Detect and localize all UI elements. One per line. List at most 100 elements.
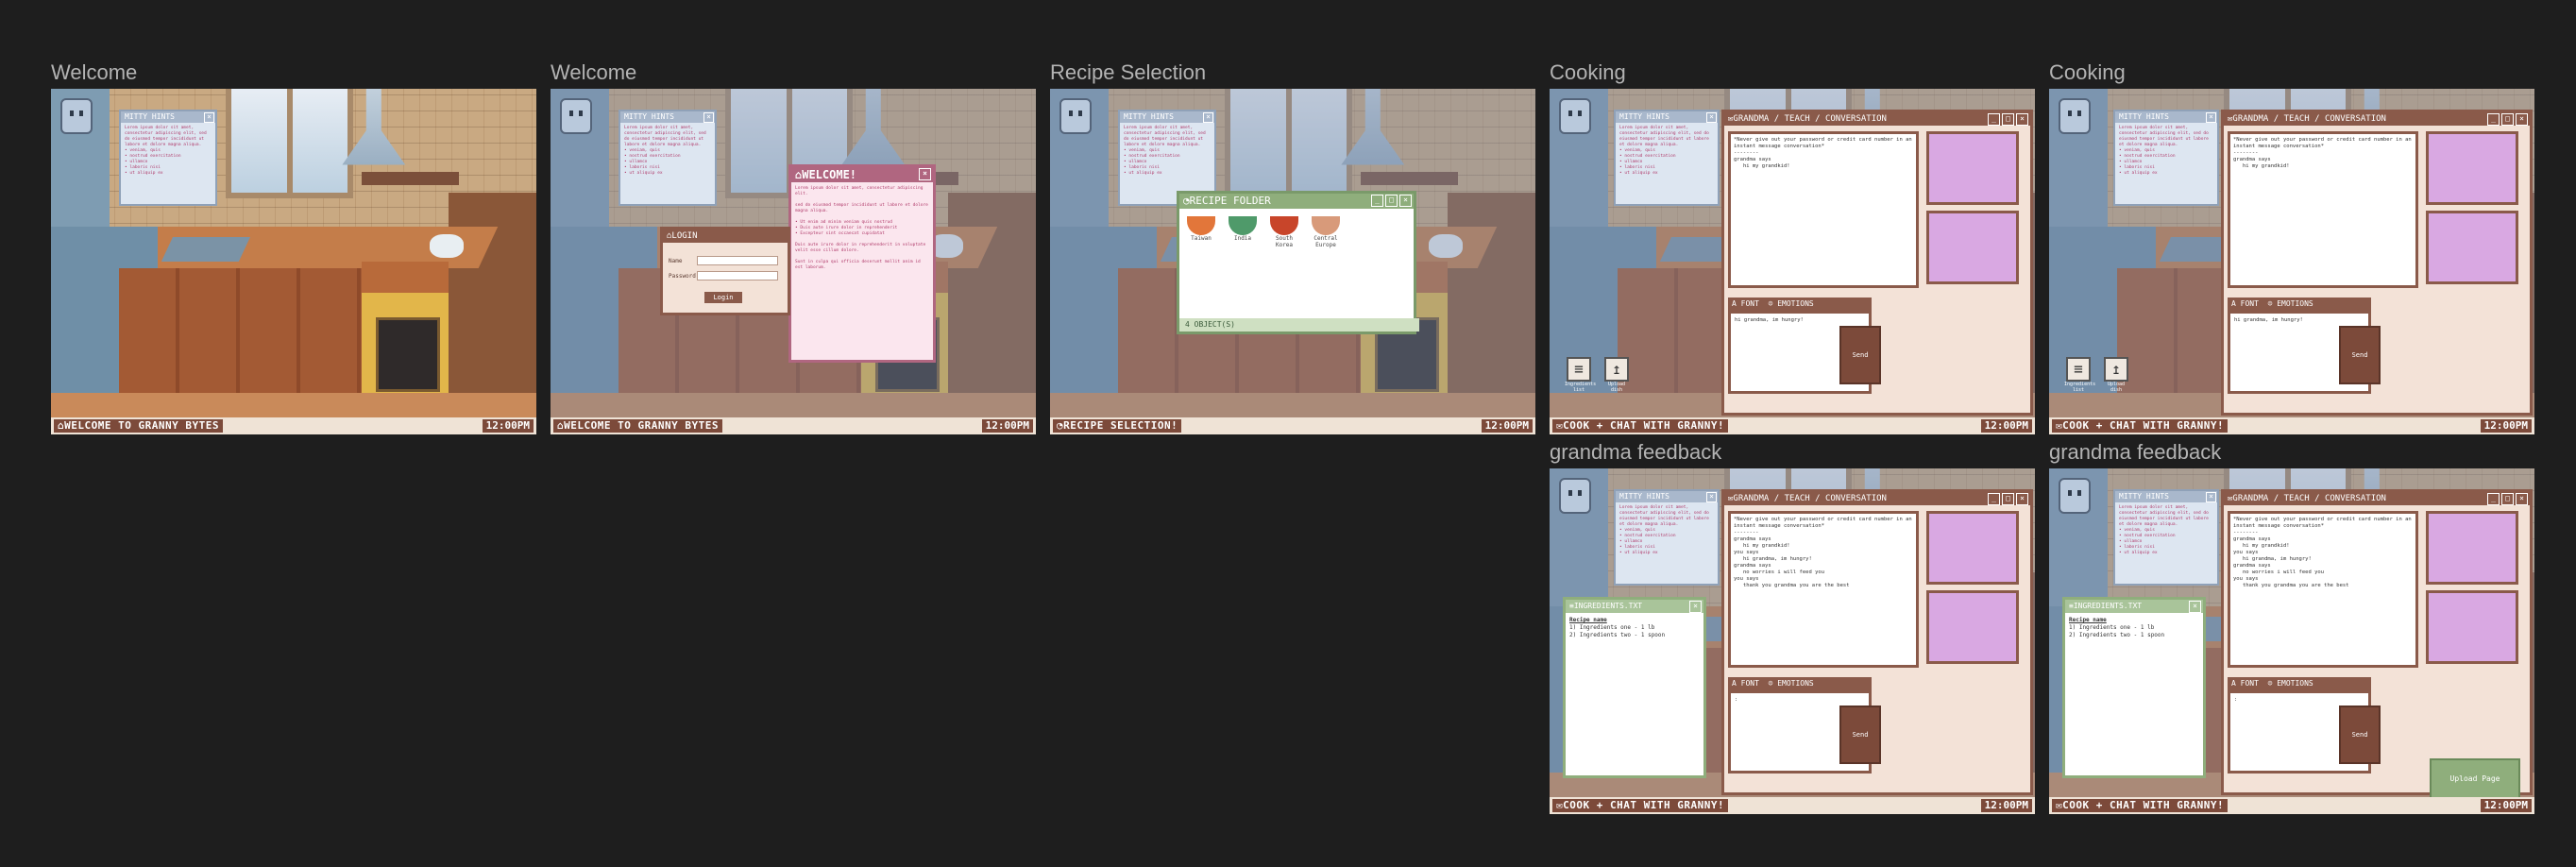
chat-title: GRANDMA / TEACH / CONVERSATION xyxy=(1733,114,1887,124)
mitty-title: MITTY HINTS xyxy=(1619,492,1669,501)
send-button[interactable]: Send xyxy=(2339,326,2381,384)
upload-icon: ↥ xyxy=(1604,357,1629,382)
mitty-hints-window: MITTY HINTS × Lorem ipsum dolor sit amet,… xyxy=(619,110,717,206)
close-icon[interactable]: × xyxy=(703,112,714,123)
maximize-icon[interactable]: □ xyxy=(2002,113,2014,126)
ingredients-list-shortcut[interactable]: ≡ Ingredients list xyxy=(2064,357,2095,393)
stew-bowl-icon xyxy=(1270,216,1298,235)
grandma-chat-window: ✉GRANDMA / TEACH / CONVERSATION _ □ × *N… xyxy=(1721,110,2033,416)
frame-grandma-feedback-1: MITTY HINTS × Lorem ipsum dolor sit amet,… xyxy=(1550,468,2035,814)
format-toolbar: A FONT ☺ EMOTIONS xyxy=(1728,298,1872,311)
close-icon[interactable]: × xyxy=(2016,493,2028,505)
ingredient-line: 1) Ingredients one - 1 lb xyxy=(2069,624,2155,631)
smiley-icon: ☺ xyxy=(2267,679,2273,688)
mitty-title: MITTY HINTS xyxy=(125,112,175,121)
font-button[interactable]: A FONT xyxy=(1732,679,1759,688)
send-button[interactable]: Send xyxy=(1839,706,1881,764)
mitty-hints-window: MITTY HINTS × Lorem ipsum dolor sit amet,… xyxy=(1614,489,1720,586)
grandma-photo xyxy=(1926,131,2019,205)
maximize-icon[interactable]: □ xyxy=(2002,493,2014,505)
emotions-button[interactable]: ☺ EMOTIONS xyxy=(2268,299,2313,308)
close-icon[interactable]: × xyxy=(1203,112,1213,123)
password-field[interactable] xyxy=(697,271,778,280)
ingredients-list-shortcut[interactable]: ≡ Ingredients list xyxy=(1565,357,1596,393)
frame-cooking-2: MITTY HINTS × Lorem ipsum dolor sit amet,… xyxy=(2049,89,2534,434)
mitty-avatar-icon[interactable] xyxy=(60,98,93,134)
clock: 12:00PM xyxy=(1980,419,2032,433)
close-icon[interactable]: × xyxy=(1689,601,1702,613)
mitty-avatar-icon[interactable] xyxy=(2059,478,2091,514)
mitty-text: Lorem ipsum dolor sit amet, consectetur … xyxy=(2119,126,2209,176)
chat-title: GRANDMA / TEACH / CONVERSATION xyxy=(2232,494,2386,503)
clock: 12:00PM xyxy=(2480,799,2532,812)
maximize-icon[interactable]: □ xyxy=(1385,195,1398,207)
maximize-icon[interactable]: □ xyxy=(2501,113,2514,126)
taskbar: ⌂WELCOME TO GRANNY BYTES 12:00PM xyxy=(551,417,1036,434)
emotions-button[interactable]: ☺ EMOTIONS xyxy=(2268,679,2313,688)
font-button[interactable]: A FONT xyxy=(2231,299,2259,308)
folder-title: RECIPE FOLDER xyxy=(1189,195,1271,207)
font-button[interactable]: A FONT xyxy=(1732,299,1759,308)
recipe-south-korea[interactable]: South Korea xyxy=(1268,216,1300,248)
conversation-log: *Never give out your password or credit … xyxy=(1728,511,1919,668)
close-icon[interactable]: × xyxy=(1399,195,1412,207)
minimize-icon[interactable]: _ xyxy=(2487,113,2500,126)
ingredients-window: ≡INGREDIENTS.TXT × Recipe name 1) Ingred… xyxy=(2062,597,2206,778)
font-icon: A xyxy=(1732,299,1737,308)
ingredients-window: ≡INGREDIENTS.TXT × Recipe name 1) Ingred… xyxy=(1563,597,1706,778)
frame-label-4: Cooking xyxy=(1550,60,1626,84)
frame-label-3: Recipe Selection xyxy=(1050,60,1207,84)
close-icon[interactable]: × xyxy=(1706,112,1717,123)
upload-page-button[interactable]: Upload Page xyxy=(2430,758,2520,800)
login-button[interactable]: Login xyxy=(704,292,742,303)
grandma-photo xyxy=(1926,511,2019,585)
user-photo xyxy=(1926,590,2019,664)
emotions-button[interactable]: ☺ EMOTIONS xyxy=(1769,679,1814,688)
mitty-text: Lorem ipsum dolor sit amet, consectetur … xyxy=(125,126,207,176)
recipe-taiwan[interactable]: Taiwan xyxy=(1185,216,1217,248)
clock: 12:00PM xyxy=(2480,419,2532,433)
name-field[interactable] xyxy=(697,256,778,265)
format-toolbar: A FONT ☺ EMOTIONS xyxy=(2228,298,2371,311)
upload-dish-shortcut[interactable]: ↥ Upload dish xyxy=(2102,357,2130,393)
font-button[interactable]: A FONT xyxy=(2231,679,2259,688)
close-icon[interactable]: × xyxy=(1706,492,1717,502)
minimize-icon[interactable]: _ xyxy=(1988,493,2000,505)
close-icon[interactable]: × xyxy=(919,168,931,180)
recipe-central-europe[interactable]: Central Europe xyxy=(1310,216,1342,248)
send-button[interactable]: Send xyxy=(2339,706,2381,764)
close-icon[interactable]: × xyxy=(2189,601,2201,613)
clock: 12:00PM xyxy=(981,419,1033,433)
emotions-button[interactable]: ☺ EMOTIONS xyxy=(1769,299,1814,308)
minimize-icon[interactable]: _ xyxy=(1988,113,2000,126)
mitty-text: Lorem ipsum dolor sit amet, consectetur … xyxy=(1124,126,1206,176)
mitty-title: MITTY HINTS xyxy=(624,112,674,121)
mitty-avatar-icon[interactable] xyxy=(560,98,592,134)
close-icon[interactable]: × xyxy=(2516,113,2528,126)
mitty-avatar-icon[interactable] xyxy=(1559,98,1591,134)
grandma-photo xyxy=(2426,511,2518,585)
mitty-text: Lorem ipsum dolor sit amet, consectetur … xyxy=(1619,505,1709,555)
close-icon[interactable]: × xyxy=(2206,112,2216,123)
ingredient-line: 1) Ingredients one - 1 lb xyxy=(1569,624,1655,631)
recipe-india[interactable]: India xyxy=(1227,216,1259,248)
send-button[interactable]: Send xyxy=(1839,326,1881,384)
close-icon[interactable]: × xyxy=(2016,113,2028,126)
taskbar: ⌂WELCOME TO GRANNY BYTES 12:00PM xyxy=(51,417,536,434)
upload-dish-shortcut[interactable]: ↥ Upload dish xyxy=(1602,357,1631,393)
status-title: ✉COOK + CHAT WITH GRANNY! xyxy=(1552,419,1729,433)
maximize-icon[interactable]: □ xyxy=(2501,493,2514,505)
mitty-hints-window: MITTY HINTS × Lorem ipsum dolor sit amet,… xyxy=(119,110,217,206)
frame-label-1: Welcome xyxy=(51,60,138,84)
mitty-avatar-icon[interactable] xyxy=(1559,478,1591,514)
mitty-avatar-icon[interactable] xyxy=(2059,98,2091,134)
mitty-hints-window: MITTY HINTS × Lorem ipsum dolor sit amet,… xyxy=(1614,110,1720,206)
close-icon[interactable]: × xyxy=(2516,493,2528,505)
close-icon[interactable]: × xyxy=(2206,492,2216,502)
minimize-icon[interactable]: _ xyxy=(2487,493,2500,505)
mitty-avatar-icon[interactable] xyxy=(1059,98,1092,134)
close-icon[interactable]: × xyxy=(204,112,214,123)
document-icon: ≡ xyxy=(1567,357,1591,382)
grandma-chat-window: ✉GRANDMA / TEACH / CONVERSATION _ □ × *N… xyxy=(2221,110,2533,416)
minimize-icon[interactable]: _ xyxy=(1371,195,1383,207)
